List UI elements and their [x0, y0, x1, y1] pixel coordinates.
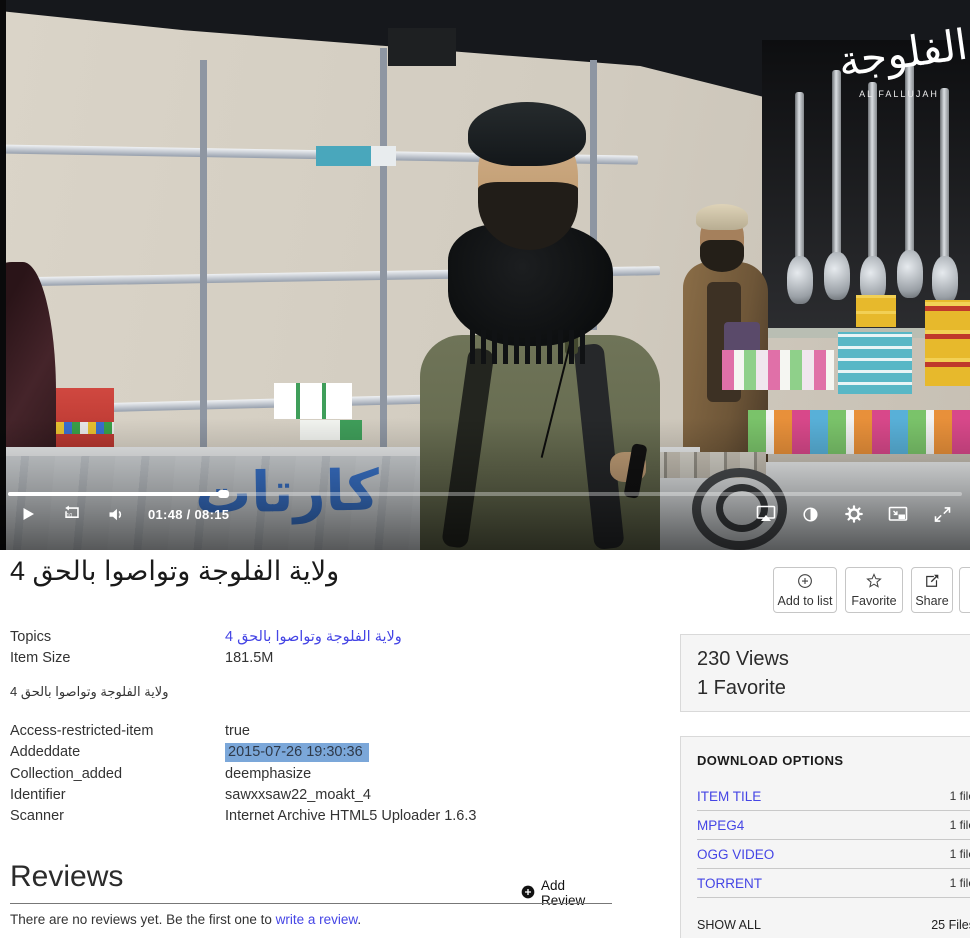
metadata-label: Collection_added: [10, 766, 215, 782]
scene-hookah: [795, 92, 804, 260]
download-row: TORRENT 1 file: [697, 869, 970, 898]
plus-circle-icon: [796, 572, 814, 593]
svg-text:10: 10: [67, 513, 73, 519]
download-row: OGG VIDEO 1 file: [697, 840, 970, 869]
total-files: 25 Files: [931, 918, 970, 932]
scene-boxes: [274, 383, 352, 419]
plus-circle-filled-icon: [520, 884, 536, 903]
metadata-label: Identifier: [10, 787, 215, 803]
download-options-header: DOWNLOAD OPTIONS: [697, 753, 970, 768]
current-time: 01:48: [148, 507, 183, 522]
views-count: 230 Views: [697, 645, 970, 674]
contrast-icon[interactable]: [798, 502, 822, 526]
star-icon: [865, 572, 883, 593]
fullscreen-icon[interactable]: [930, 502, 954, 526]
metadata-value: deemphasize: [225, 766, 311, 782]
write-review-link[interactable]: write a review: [276, 912, 358, 927]
stats-box: 230 Views 1 Favorite: [680, 634, 970, 712]
share-icon: [923, 572, 941, 593]
time-display: 01:48 / 08:15: [148, 507, 229, 522]
reviews-empty-suffix: .: [357, 912, 361, 927]
player-controls: 10 01:48 / 08:15: [0, 488, 970, 550]
scene-box: [316, 146, 396, 166]
add-to-list-button[interactable]: Add to list: [773, 567, 837, 613]
metadata-label: Access-restricted-item: [10, 723, 215, 739]
scene-hookah-base: [932, 256, 958, 304]
download-link-item-tile[interactable]: ITEM TILE: [697, 789, 761, 804]
download-count: 1 file: [950, 789, 970, 803]
play-button[interactable]: [16, 502, 40, 526]
video-watermark-logo: الفلوجة AL FALLUJAH: [838, 22, 960, 99]
scene-boxes: [925, 300, 970, 386]
favorite-button[interactable]: Favorite: [845, 567, 903, 613]
duration: 08:15: [195, 507, 230, 522]
metadata-label: Item Size: [10, 650, 215, 666]
scene-scarf-fringe: [470, 330, 590, 364]
download-count: 1 file: [950, 847, 970, 861]
show-all-link[interactable]: SHOW ALL: [697, 918, 761, 932]
item-page: كارتات الفلوجة AL FALLUJAH: [0, 0, 970, 938]
download-link-torrent[interactable]: TORRENT: [697, 876, 762, 891]
rewind-10-icon[interactable]: 10: [60, 502, 84, 526]
download-row: MPEG4 1 file: [697, 811, 970, 840]
reviews-divider: [10, 903, 612, 904]
reviews-empty-prefix: There are no reviews yet. Be the first o…: [10, 912, 276, 927]
scene-shelf-post: [380, 48, 387, 450]
scene-hookah: [868, 82, 877, 262]
share-label: Share: [915, 594, 948, 608]
reviews-heading: Reviews: [10, 860, 123, 894]
picture-in-picture-icon[interactable]: [886, 502, 910, 526]
video-player[interactable]: كارتات الفلوجة AL FALLUJAH: [0, 0, 970, 550]
scene-boxes: [838, 332, 912, 394]
scene-box: [388, 28, 456, 66]
page-title: ولاية الفلوجة وتواصوا بالحق 4: [10, 556, 339, 587]
download-row: ITEM TILE 1 file: [697, 782, 970, 811]
metadata-value: sawxxsaw22_moakt_4: [225, 787, 371, 803]
scene-hookah-base: [897, 250, 923, 298]
download-count: 1 file: [950, 818, 970, 832]
download-options-box: DOWNLOAD OPTIONS ITEM TILE 1 file MPEG4 …: [680, 736, 970, 938]
metadata-value: 181.5M: [225, 650, 273, 666]
metadata-label: Topics: [10, 629, 215, 645]
scene-bottles: [722, 350, 834, 390]
download-link-mpeg4[interactable]: MPEG4: [697, 818, 744, 833]
scene-person-right-headwrap: [696, 204, 748, 230]
download-link-ogg-video[interactable]: OGG VIDEO: [697, 847, 774, 862]
time-separator: /: [187, 507, 191, 522]
reviews-empty-text: There are no reviews yet. Be the first o…: [10, 912, 361, 927]
scene-shelf-post: [200, 60, 207, 450]
topics-link[interactable]: ولاية الفلوجة وتواصوا بالحق 4: [225, 629, 402, 645]
addeddate-highlighted-value: 2015-07-26 19:30:36: [225, 743, 369, 762]
metadata-label: Scanner: [10, 808, 215, 824]
scene-boxes: [856, 295, 896, 327]
add-to-list-label: Add to list: [778, 594, 833, 608]
volume-icon[interactable]: [104, 502, 128, 526]
progress-bar[interactable]: [8, 492, 962, 496]
progress-played: [8, 492, 223, 496]
metadata-value: Internet Archive HTML5 Uploader 1.6.3: [225, 808, 476, 824]
scene-bottles: [724, 322, 760, 352]
metadata-value: true: [225, 723, 250, 739]
favorites-count: 1 Favorite: [697, 674, 970, 703]
logo-calligraphy: الفلوجة: [834, 14, 964, 94]
scene-person-right-beard: [700, 240, 744, 272]
share-button[interactable]: Share: [911, 567, 953, 613]
progress-handle[interactable]: [218, 490, 229, 498]
scene-hookah-base: [787, 256, 813, 304]
download-count: 1 file: [950, 876, 970, 890]
scene-hookah-base: [824, 252, 850, 300]
item-description: ولاية الفلوجة وتواصوا بالحق 4: [10, 684, 169, 700]
scene-hookah: [940, 88, 949, 264]
metadata-label: Addeddate: [10, 744, 215, 760]
airplay-icon[interactable]: [754, 502, 778, 526]
settings-icon[interactable]: [842, 502, 866, 526]
favorite-label: Favorite: [851, 594, 896, 608]
flag-button[interactable]: [959, 567, 970, 613]
scene-man-beanie: [468, 102, 586, 166]
